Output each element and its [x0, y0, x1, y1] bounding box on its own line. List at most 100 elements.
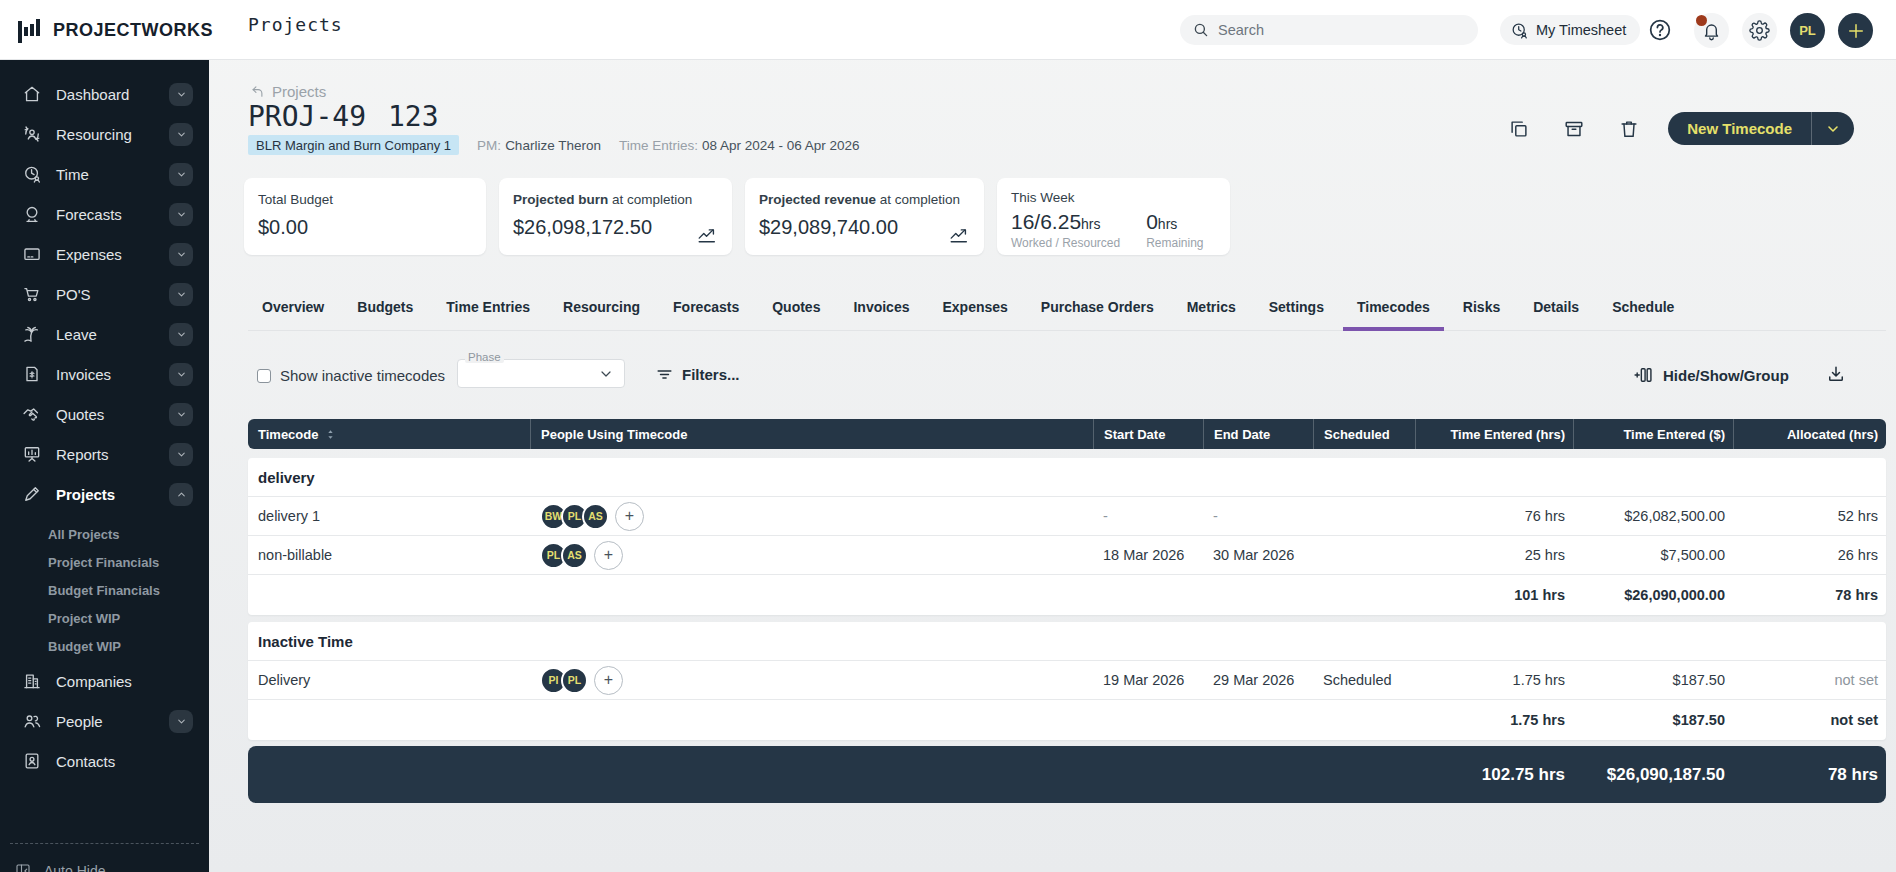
sidebar-item-projects[interactable]: Projects — [0, 480, 209, 508]
sidebar-item-invoices[interactable]: Invoices — [0, 360, 209, 388]
trend-chart-icon[interactable] — [948, 223, 970, 245]
download-button[interactable] — [1826, 364, 1846, 384]
top-header: PROJECTWORKS Projects Search My Timeshee… — [0, 0, 1896, 60]
hide-show-group-button[interactable]: Hide/Show/Group — [1633, 365, 1789, 385]
delete-project-button[interactable] — [1618, 118, 1640, 140]
sidebar-item-label: Companies — [56, 673, 132, 690]
sidebar-subitem-project-wip[interactable]: Project WIP — [0, 604, 209, 632]
column-header-allocated-hrs[interactable]: Allocated (hrs) — [1733, 419, 1886, 449]
chevron-down-icon[interactable] — [169, 123, 193, 146]
sidebar-item-contacts[interactable]: Contacts — [0, 747, 209, 775]
chevron-down-icon[interactable] — [169, 283, 193, 306]
chevron-down-icon[interactable] — [169, 710, 193, 733]
tab-settings[interactable]: Settings — [1255, 299, 1338, 330]
company-tag[interactable]: BLR Margin and Burn Company 1 — [248, 135, 459, 155]
create-new-button[interactable] — [1838, 13, 1873, 48]
chevron-down-icon[interactable] — [169, 83, 193, 106]
avatar[interactable]: AS — [561, 542, 588, 569]
sidebar-item-companies[interactable]: Companies — [0, 667, 209, 695]
trend-chart-icon[interactable] — [696, 223, 718, 245]
chevron-down-icon[interactable] — [169, 403, 193, 426]
sidebar: Dashboard Resourcing Time Forecasts Expenses… — [0, 60, 209, 872]
tab-resourcing[interactable]: Resourcing — [549, 299, 654, 330]
tab-time-entries[interactable]: Time Entries — [432, 299, 544, 330]
sidebar-item-time[interactable]: Time — [0, 160, 209, 188]
pm-name: Charlize Theron — [505, 138, 601, 153]
tab-schedule[interactable]: Schedule — [1598, 299, 1688, 330]
column-header-end-date[interactable]: End Date — [1203, 419, 1313, 449]
tab-quotes[interactable]: Quotes — [758, 299, 834, 330]
chevron-down-icon[interactable] — [1812, 121, 1854, 137]
timecode-cell[interactable]: non-billable — [248, 536, 530, 574]
timecode-cell[interactable]: Delivery — [248, 661, 530, 699]
column-header-time-entered-hrs[interactable]: Time Entered (hrs) — [1415, 419, 1573, 449]
show-inactive-checkbox-wrap[interactable]: Show inactive timecodes — [257, 367, 445, 384]
column-header-timecode[interactable]: Timecode — [248, 419, 530, 449]
sidebar-item-leave[interactable]: Leave — [0, 320, 209, 348]
allocated-cell: 52 hrs — [1733, 497, 1886, 535]
search-input[interactable]: Search — [1180, 15, 1478, 45]
tab-timecodes[interactable]: Timecodes — [1343, 299, 1444, 330]
sidebar-item-auto-hide[interactable]: Auto Hide — [0, 857, 209, 872]
tab-details[interactable]: Details — [1519, 299, 1593, 330]
column-header-time-entered[interactable]: Time Entered ($) — [1573, 419, 1733, 449]
worked-resourced-value: 16/6.25hrs — [1011, 210, 1120, 234]
tab-budgets[interactable]: Budgets — [343, 299, 427, 330]
help-button[interactable] — [1645, 15, 1675, 45]
start-date-cell: 18 Mar 2026 — [1093, 536, 1203, 574]
table-row[interactable]: DeliveryPIPL+19 Mar 202629 Mar 2026Sched… — [248, 661, 1886, 700]
new-timecode-button[interactable]: New Timecode — [1668, 112, 1854, 145]
add-person-button[interactable]: + — [615, 502, 644, 531]
breadcrumb-label: Projects — [272, 83, 326, 100]
my-timesheet-button[interactable]: My Timesheet — [1500, 15, 1640, 45]
tab-invoices[interactable]: Invoices — [839, 299, 923, 330]
total-allocated: 78 hrs — [1733, 746, 1886, 803]
tab-expenses[interactable]: Expenses — [928, 299, 1021, 330]
breadcrumb[interactable]: Projects — [250, 83, 326, 100]
sidebar-item-resourcing[interactable]: Resourcing — [0, 120, 209, 148]
table-row[interactable]: non-billablePLAS+18 Mar 202630 Mar 20262… — [248, 536, 1886, 575]
sidebar-item-people[interactable]: People — [0, 707, 209, 735]
avatar[interactable]: PL — [561, 667, 588, 694]
sidebar-subitem-all-projects[interactable]: All Projects — [0, 520, 209, 548]
table-row[interactable]: delivery 1BWPLAS+--76 hrs$26,082,500.005… — [248, 497, 1886, 536]
chevron-down-icon[interactable] — [169, 203, 193, 226]
avatar[interactable]: AS — [582, 503, 609, 530]
notifications-button[interactable] — [1694, 13, 1729, 48]
sidebar-subitem-budget-financials[interactable]: Budget Financials — [0, 576, 209, 604]
tab-purchase-orders[interactable]: Purchase Orders — [1027, 299, 1168, 330]
sidebar-item-expenses[interactable]: Expenses — [0, 240, 209, 268]
sidebar-item-quotes[interactable]: Quotes — [0, 400, 209, 428]
sidebar-item-dashboard[interactable]: Dashboard — [0, 80, 209, 108]
sidebar-item-forecasts[interactable]: Forecasts — [0, 200, 209, 228]
add-person-button[interactable]: + — [594, 541, 623, 570]
show-inactive-checkbox[interactable] — [257, 369, 271, 383]
chevron-up-icon[interactable] — [169, 483, 193, 506]
column-header-scheduled[interactable]: Scheduled — [1313, 419, 1415, 449]
phase-select[interactable] — [457, 359, 625, 388]
tab-overview[interactable]: Overview — [248, 299, 338, 330]
user-avatar[interactable]: PL — [1790, 13, 1825, 48]
sidebar-item-reports[interactable]: Reports — [0, 440, 209, 468]
timecode-cell[interactable]: delivery 1 — [248, 497, 530, 535]
sidebar-item-po-s[interactable]: PO'S — [0, 280, 209, 308]
settings-button[interactable] — [1742, 13, 1777, 48]
column-header-people-using-timecode[interactable]: People Using Timecode — [530, 419, 1093, 449]
chevron-down-icon[interactable] — [169, 443, 193, 466]
sidebar-item-label: Quotes — [56, 406, 104, 423]
add-person-button[interactable]: + — [594, 666, 623, 695]
column-header-start-date[interactable]: Start Date — [1093, 419, 1203, 449]
copy-project-button[interactable] — [1508, 118, 1530, 140]
chevron-down-icon[interactable] — [169, 163, 193, 186]
archive-project-button[interactable] — [1563, 118, 1585, 140]
sidebar-subitem-project-financials[interactable]: Project Financials — [0, 548, 209, 576]
tab-forecasts[interactable]: Forecasts — [659, 299, 753, 330]
filters-button[interactable]: Filters... — [655, 365, 740, 384]
tab-risks[interactable]: Risks — [1449, 299, 1514, 330]
chevron-down-icon[interactable] — [169, 323, 193, 346]
sidebar-subitem-budget-wip[interactable]: Budget WIP — [0, 632, 209, 660]
chevron-down-icon[interactable] — [169, 363, 193, 386]
tab-metrics[interactable]: Metrics — [1173, 299, 1250, 330]
time-entered-hrs-cell: 25 hrs — [1415, 536, 1573, 574]
chevron-down-icon[interactable] — [169, 243, 193, 266]
